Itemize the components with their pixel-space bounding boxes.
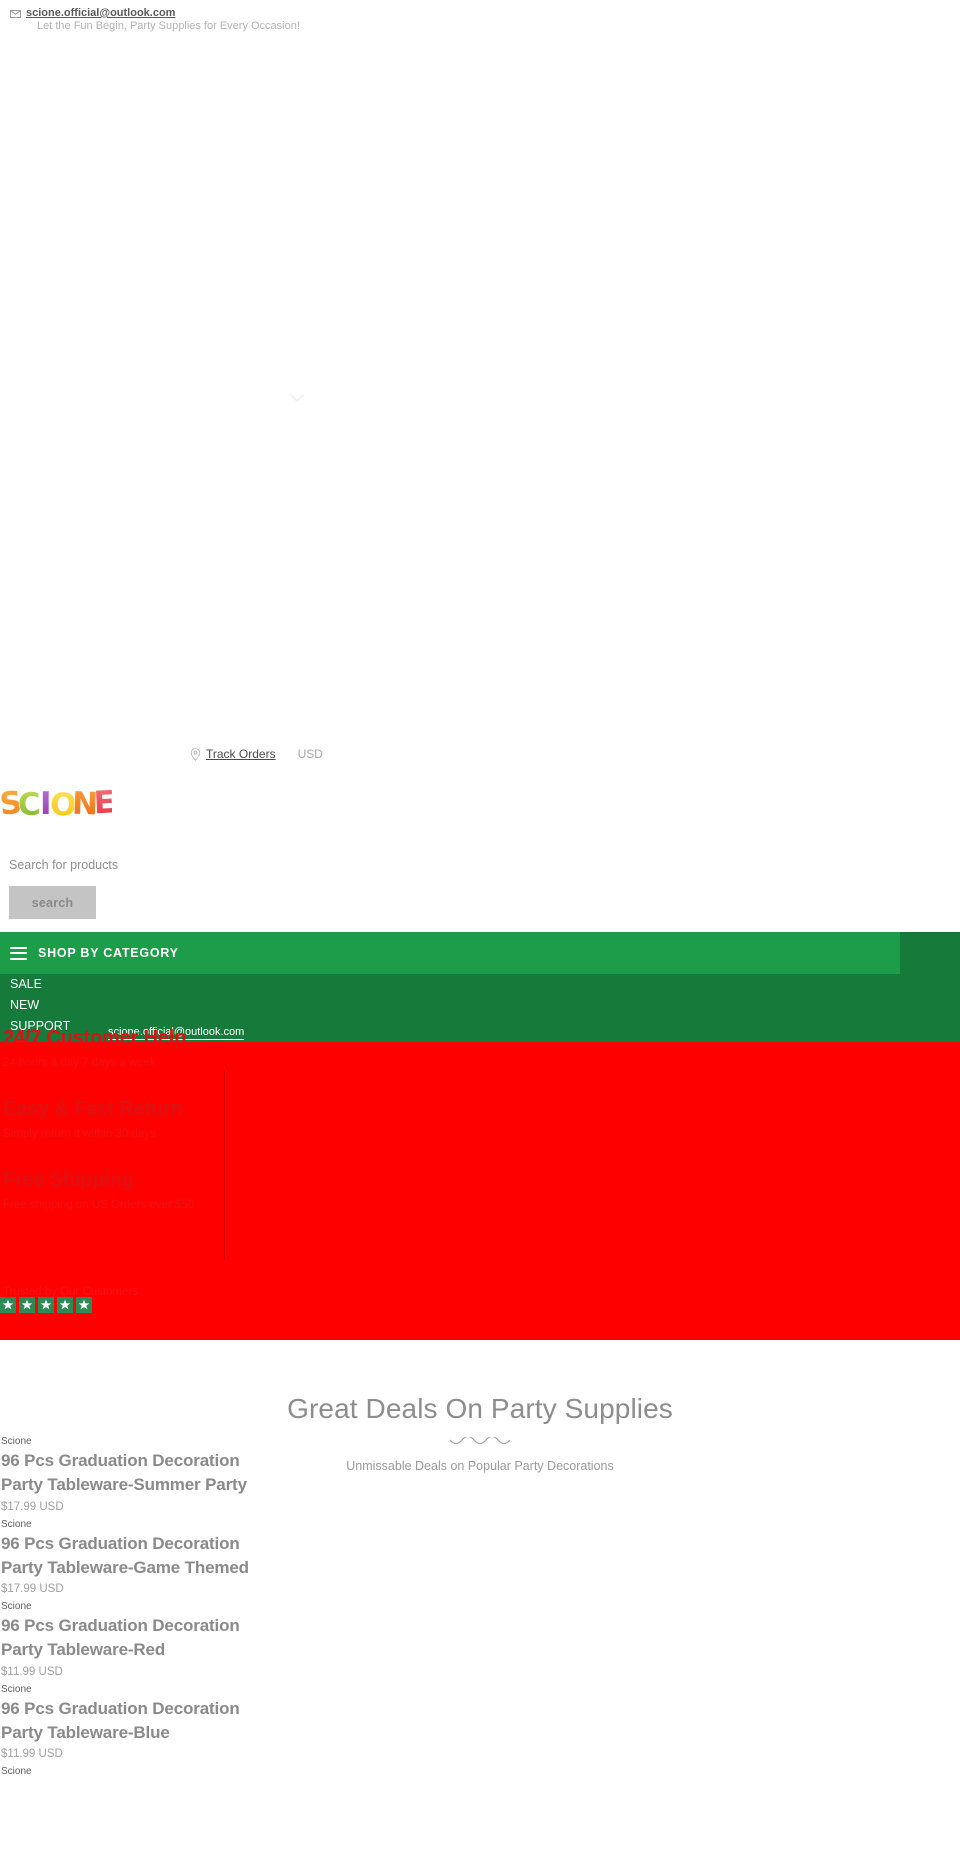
- product-brand: Scione: [1, 1683, 32, 1695]
- product-list: Scione 96 Pcs Graduation Decoration Part…: [0, 1434, 400, 1779]
- announcement-tagline: Let the Fun Begin, Party Supplies for Ev…: [37, 20, 300, 32]
- benefit-subtitle: 24 hours a day 7 days a week: [3, 1057, 156, 1069]
- track-orders-label: Track Orders: [206, 747, 276, 761]
- benefit-title: Free Shipping: [3, 1169, 134, 1191]
- announcement-email-link[interactable]: scione.official@outlook.com: [10, 7, 175, 19]
- product-brand: Scione: [1, 1766, 32, 1778]
- svg-text:E: E: [93, 784, 112, 821]
- track-orders-link[interactable]: Track Orders: [190, 747, 276, 761]
- product-price: $17.99 USD: [1, 1500, 64, 1513]
- product-card[interactable]: Scione 96 Pcs Graduation Decoration Part…: [0, 1599, 400, 1682]
- benefit-item-support: 24/7 Customer Help 24 hours a day 7 days…: [3, 1026, 253, 1071]
- product-price: $11.99 USD: [1, 1665, 63, 1678]
- product-title[interactable]: 96 Pcs Graduation Decoration Party Table…: [1, 1697, 251, 1746]
- deals-title: Great Deals On Party Supplies: [287, 1393, 673, 1424]
- utility-row: Track Orders USD: [0, 745, 960, 775]
- svg-text:C: C: [17, 786, 41, 823]
- benefit-subtitle: Free shipping on US Orders over $50: [3, 1199, 195, 1211]
- search-area: Search for products search: [0, 855, 300, 919]
- product-card[interactable]: Scione 96 Pcs Graduation Decoration Part…: [0, 1517, 400, 1600]
- star-icon: [76, 1297, 92, 1313]
- product-title[interactable]: 96 Pcs Graduation Decoration Party Table…: [1, 1449, 251, 1498]
- announcement-bar: scione.official@outlook.com Let the Fun …: [0, 0, 960, 40]
- logo-wordmark: S C I O N E: [0, 784, 112, 824]
- site-logo[interactable]: S C I O N E: [0, 780, 112, 824]
- chevron-down-icon[interactable]: [289, 391, 305, 403]
- product-card[interactable]: Scione 96 Pcs Graduation Decoration Part…: [0, 1434, 400, 1517]
- star-icon: [0, 1297, 16, 1313]
- benefit-item-shipping: Free Shipping Free shipping on US Orders…: [3, 1168, 253, 1213]
- hamburger-icon[interactable]: [10, 946, 27, 960]
- search-input[interactable]: Search for products: [0, 855, 300, 875]
- product-title[interactable]: 96 Pcs Graduation Decoration Party Table…: [1, 1614, 251, 1663]
- search-button[interactable]: search: [9, 886, 96, 919]
- benefit-title: 24/7 Customer Help: [3, 1027, 187, 1049]
- nav-item-sale[interactable]: SALE: [0, 974, 960, 995]
- product-price: $17.99 USD: [1, 1583, 64, 1596]
- product-price: $11.99 USD: [1, 1748, 63, 1761]
- rating-stars: [0, 1297, 92, 1313]
- product-brand: Scione: [1, 1518, 32, 1530]
- announcement-email-text: scione.official@outlook.com: [26, 7, 176, 19]
- shop-by-category-bar[interactable]: SHOP BY CATEGORY: [0, 932, 900, 974]
- star-icon: [57, 1297, 73, 1313]
- benefit-item-returns: Easy & Fast Return Simply return it with…: [3, 1097, 253, 1142]
- wave-divider-icon: [449, 1437, 511, 1445]
- nav-item-new[interactable]: NEW: [0, 995, 960, 1016]
- benefit-subtitle: Simply return it within 30 days: [3, 1128, 156, 1140]
- product-title[interactable]: 96 Pcs Graduation Decoration Party Table…: [1, 1532, 251, 1581]
- currency-selector[interactable]: USD: [298, 747, 323, 761]
- benefit-title: Easy & Fast Return: [3, 1098, 183, 1120]
- product-card[interactable]: Scione 96 Pcs Graduation Decoration Part…: [0, 1682, 400, 1765]
- shop-by-category-label: SHOP BY CATEGORY: [38, 946, 179, 960]
- product-brand: Scione: [1, 1436, 32, 1447]
- product-card[interactable]: Scione: [0, 1764, 400, 1779]
- product-brand: Scione: [1, 1601, 32, 1613]
- star-icon: [38, 1297, 54, 1313]
- map-pin-icon: [190, 747, 201, 761]
- envelope-icon: [10, 9, 21, 18]
- star-icon: [19, 1297, 35, 1313]
